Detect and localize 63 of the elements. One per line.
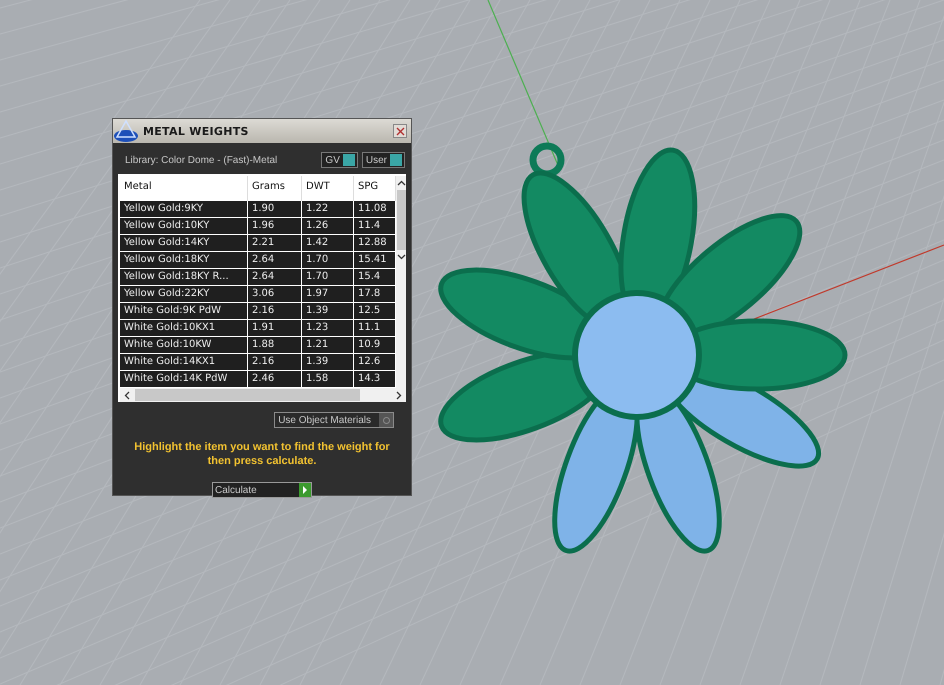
- chevron-up-icon[interactable]: [396, 180, 406, 186]
- table-cell[interactable]: 15.4: [354, 269, 396, 286]
- table-cell[interactable]: White Gold:10KX1: [120, 320, 248, 337]
- table-cell[interactable]: 3.06: [248, 286, 302, 303]
- table-cell[interactable]: 1.91: [248, 320, 302, 337]
- table-cell[interactable]: 10.9: [354, 337, 396, 354]
- horizontal-scrollbar[interactable]: [120, 388, 406, 402]
- table-cell[interactable]: 14.3: [354, 371, 396, 388]
- table-cell[interactable]: 1.39: [302, 354, 354, 371]
- table-cell[interactable]: Yellow Gold:9KY: [120, 201, 248, 218]
- scrollbar-thumb[interactable]: [135, 389, 360, 401]
- table-cell[interactable]: White Gold:9K PdW: [120, 303, 248, 320]
- table-cell[interactable]: 2.64: [248, 269, 302, 286]
- table-cell[interactable]: 1.21: [302, 337, 354, 354]
- table-cell[interactable]: 2.16: [248, 354, 302, 371]
- table-cell[interactable]: 12.88: [354, 235, 396, 252]
- table-cell[interactable]: 1.97: [302, 286, 354, 303]
- table-cell[interactable]: 1.70: [302, 269, 354, 286]
- use-object-materials-checkbox[interactable]: Use Object Materials: [274, 412, 394, 428]
- play-icon: [302, 486, 308, 494]
- table-cell[interactable]: White Gold:14KX1: [120, 354, 248, 371]
- table-cell[interactable]: White Gold:14K PdW: [120, 371, 248, 388]
- table-cell[interactable]: 2.64: [248, 252, 302, 269]
- table-cell[interactable]: 1.42: [302, 235, 354, 252]
- window-title: METAL WEIGHTS: [143, 124, 250, 138]
- table-cell[interactable]: 11.1: [354, 320, 396, 337]
- close-button[interactable]: [393, 124, 407, 138]
- table-cell[interactable]: 1.39: [302, 303, 354, 320]
- table-cell[interactable]: 12.5: [354, 303, 396, 320]
- table-cell[interactable]: Yellow Gold:18KY R...: [120, 269, 248, 286]
- table-cell[interactable]: 2.46: [248, 371, 302, 388]
- table-cell[interactable]: 17.8: [354, 286, 396, 303]
- scrollbar-thumb[interactable]: [396, 190, 406, 250]
- library-label: Library: Color Dome - (Fast)-Metal: [125, 154, 278, 166]
- calculate-button[interactable]: Calculate: [212, 482, 312, 498]
- table-cell[interactable]: 1.70: [302, 252, 354, 269]
- table-cell[interactable]: 1.58: [302, 371, 354, 388]
- table-cell[interactable]: Yellow Gold:14KY: [120, 235, 248, 252]
- table-cell[interactable]: 1.22: [302, 201, 354, 218]
- chevron-right-icon[interactable]: [396, 390, 402, 400]
- table-cell[interactable]: 12.6: [354, 354, 396, 371]
- chevron-left-icon[interactable]: [124, 390, 130, 400]
- table-cell[interactable]: 11.4: [354, 218, 396, 235]
- instruction-text: Highlight the item you want to find the weight for then press calculate.: [133, 440, 391, 468]
- table-cell[interactable]: 1.23: [302, 320, 354, 337]
- table-cell[interactable]: 1.96: [248, 218, 302, 235]
- table-cell[interactable]: Yellow Gold:18KY: [120, 252, 248, 269]
- toggle-switch[interactable]: GV: [321, 152, 358, 168]
- table-cell[interactable]: 15.41: [354, 252, 396, 269]
- table-cell[interactable]: White Gold:10KW: [120, 337, 248, 354]
- pyramid-logo-icon: [113, 119, 139, 143]
- chevron-down-icon[interactable]: [396, 254, 406, 260]
- table-cell[interactable]: 2.21: [248, 235, 302, 252]
- toggle-switch[interactable]: User: [362, 152, 405, 168]
- table-cell[interactable]: 1.26: [302, 218, 354, 235]
- table-cell[interactable]: Yellow Gold:10KY: [120, 218, 248, 235]
- table-cell[interactable]: 11.08: [354, 201, 396, 218]
- table-cell[interactable]: 2.16: [248, 303, 302, 320]
- table-cell[interactable]: 1.90: [248, 201, 302, 218]
- table-cell[interactable]: Yellow Gold:22KY: [120, 286, 248, 303]
- close-icon: [396, 126, 404, 136]
- vertical-scrollbar[interactable]: [396, 176, 406, 388]
- table-cell[interactable]: 1.88: [248, 337, 302, 354]
